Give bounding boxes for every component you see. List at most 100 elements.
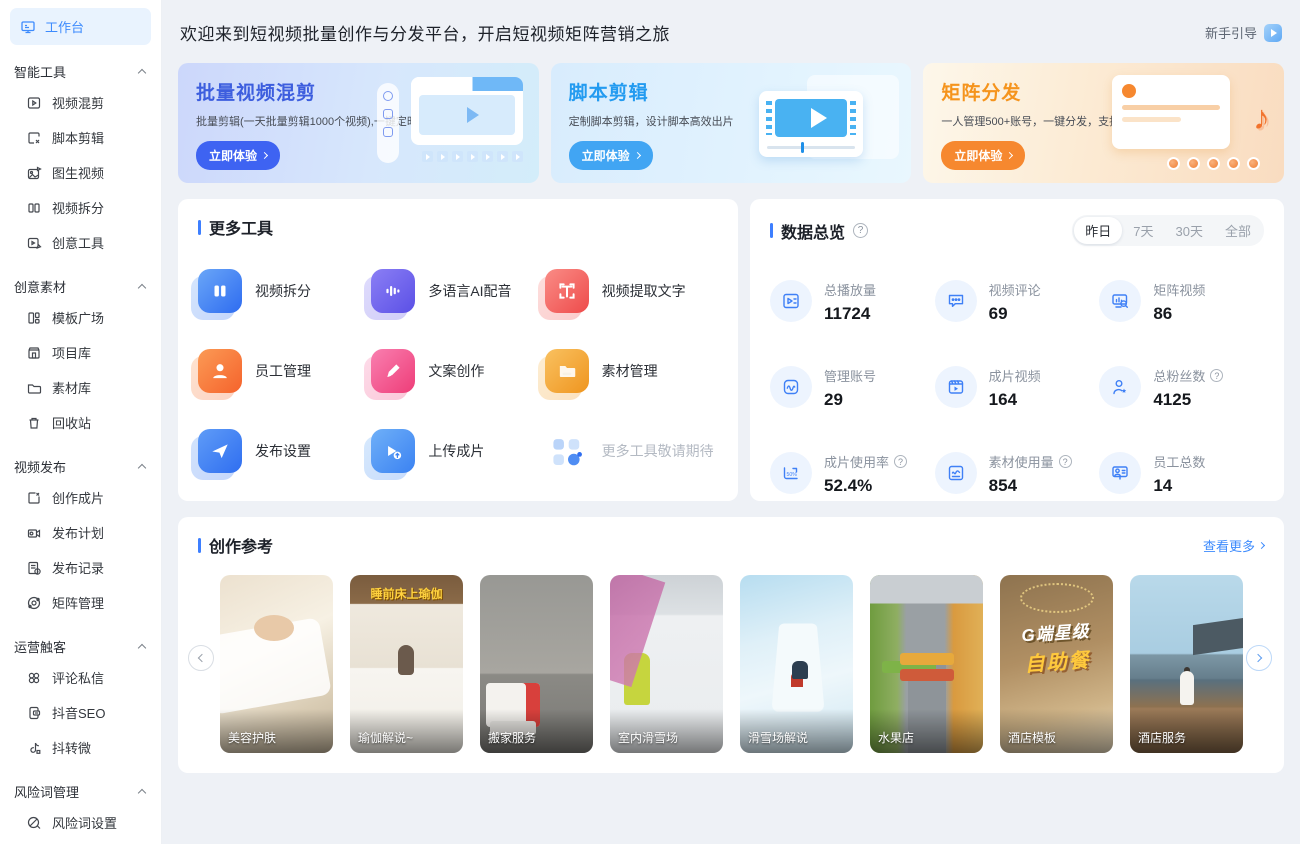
- stat-managed-accounts: 管理账号29: [770, 366, 935, 410]
- sidebar-item-workspace[interactable]: 工作台: [10, 8, 151, 45]
- banner-matrix-distribution[interactable]: 矩阵分发 一人管理500+账号，一键分发，支持挂载POI 立即体验 ♪: [923, 63, 1284, 183]
- video-card-moving-service[interactable]: 搬家服务: [480, 575, 593, 753]
- carousel-next-button[interactable]: [1246, 645, 1272, 671]
- sidebar-item-creative-tools[interactable]: 创意工具: [10, 225, 151, 260]
- sidebar-item-script-edit[interactable]: 脚本剪辑: [10, 120, 151, 155]
- banner-subtitle: 定制脚本剪辑，设计脚本高效出片: [569, 113, 894, 129]
- stat-total-followers: 总粉丝数?4125: [1099, 366, 1264, 410]
- cta-label: 立即体验: [582, 147, 630, 164]
- sidebar-item-image-to-video[interactable]: 图生视频: [10, 155, 151, 190]
- main-content: 欢迎来到短视频批量创作与分发平台，开启短视频矩阵营销之旅 新手引导 批量视频混剪…: [162, 0, 1300, 844]
- cta-label: 立即体验: [209, 147, 257, 164]
- video-card-fruit-shop[interactable]: 水果店: [870, 575, 983, 753]
- help-icon[interactable]: ?: [853, 223, 868, 238]
- try-now-button[interactable]: 立即体验: [196, 141, 280, 170]
- video-split-icon: [26, 200, 42, 216]
- sidebar-item-douyin-seo[interactable]: 抖音SEO: [10, 695, 151, 730]
- sidebar-item-label: 回收站: [52, 413, 91, 432]
- sidebar-item-video-split[interactable]: 视频拆分: [10, 190, 151, 225]
- video-card-indoor-ski[interactable]: 室内滑雪场: [610, 575, 723, 753]
- tab-7-days[interactable]: 7天: [1122, 217, 1164, 244]
- sidebar-section-risk-words[interactable]: 风险词管理: [14, 782, 147, 801]
- stat-value: 11724: [824, 304, 876, 324]
- banner-batch-video-mix[interactable]: 批量视频混剪 批量剪辑(一天批量剪辑1000个视频),一键定时发布 立即体验: [178, 63, 539, 183]
- tool-upload-video[interactable]: 上传成片: [371, 429, 544, 473]
- sidebar-item-project-library[interactable]: 项目库: [10, 335, 151, 370]
- finished-videos-icon: [935, 366, 977, 408]
- stat-total-plays: 总播放量 11724: [770, 280, 935, 324]
- view-more-link[interactable]: 查看更多: [1203, 536, 1264, 555]
- sidebar-item-comment-dm[interactable]: 评论私信: [10, 660, 151, 695]
- tool-staff-management[interactable]: 员工管理: [198, 349, 371, 393]
- stat-video-comments: 视频评论69: [935, 280, 1100, 324]
- tool-material-management[interactable]: 素材管理: [545, 349, 718, 393]
- tab-30-days[interactable]: 30天: [1165, 217, 1214, 244]
- page-title: 欢迎来到短视频批量创作与分发平台，开启短视频矩阵营销之旅: [180, 20, 670, 45]
- video-title: 室内滑雪场: [618, 729, 678, 746]
- sidebar-section-video-publish[interactable]: 视频发布: [14, 457, 147, 476]
- beginner-guide-button[interactable]: 新手引导: [1205, 23, 1282, 42]
- video-card-hotel-service[interactable]: 酒店服务: [1130, 575, 1243, 753]
- video-title: 滑雪场解说: [748, 729, 808, 746]
- help-icon[interactable]: ?: [894, 455, 907, 468]
- sidebar-item-dou-to-wei[interactable]: 抖转微: [10, 730, 151, 765]
- tab-all[interactable]: 全部: [1214, 217, 1262, 244]
- chevron-right-icon: [1006, 152, 1013, 159]
- sidebar-item-label: 工作台: [45, 17, 84, 36]
- sidebar-section-smart-tools[interactable]: 智能工具: [14, 62, 147, 81]
- publish-record-icon: [26, 560, 42, 576]
- section-title: 视频发布: [14, 457, 66, 476]
- sidebar-section-operation-reach[interactable]: 运营触客: [14, 637, 147, 656]
- collapse-caret-icon: [138, 644, 146, 652]
- help-icon[interactable]: ?: [1059, 455, 1072, 468]
- sidebar-section-creative-material[interactable]: 创意素材: [14, 277, 147, 296]
- banner-script-edit[interactable]: 脚本剪辑 定制脚本剪辑，设计脚本高效出片 立即体验: [551, 63, 912, 183]
- try-now-button[interactable]: 立即体验: [569, 141, 653, 170]
- video-card-beauty-skincare[interactable]: 美容护肤: [220, 575, 333, 753]
- sidebar: 工作台 智能工具 视频混剪 脚本剪辑 图生视频 视频拆分 创意工具: [0, 0, 162, 844]
- douyin-seo-icon: [26, 705, 42, 721]
- tool-ai-voice[interactable]: 多语言AI配音: [371, 269, 544, 313]
- chevron-left-icon: [198, 654, 206, 662]
- app-root: 工作台 智能工具 视频混剪 脚本剪辑 图生视频 视频拆分 创意工具: [0, 0, 1300, 844]
- sidebar-item-label: 矩阵管理: [52, 593, 104, 612]
- tool-publish-settings[interactable]: 发布设置: [198, 429, 371, 473]
- chevron-right-icon: [634, 152, 641, 159]
- chevron-right-icon: [261, 152, 268, 159]
- stat-label: 总播放量: [824, 280, 876, 299]
- section-title: 智能工具: [14, 62, 66, 81]
- section-title: 更多工具: [209, 215, 273, 239]
- collapse-caret-icon: [138, 789, 146, 797]
- sidebar-item-label: 评论私信: [52, 668, 104, 687]
- video-card-hotel-template[interactable]: G端星级 自助餐 酒店模板: [1000, 575, 1113, 753]
- tool-video-split[interactable]: 视频拆分: [198, 269, 371, 313]
- help-icon[interactable]: ?: [1210, 369, 1223, 382]
- sidebar-item-risk-word-settings[interactable]: 风险词设置: [10, 805, 151, 840]
- sidebar-item-material-library[interactable]: 素材库: [10, 370, 151, 405]
- view-more-label: 查看更多: [1203, 536, 1255, 555]
- creation-reference-header: 创作参考: [198, 533, 273, 557]
- try-now-button[interactable]: 立即体验: [941, 141, 1025, 170]
- sidebar-item-label: 发布计划: [52, 523, 104, 542]
- sidebar-item-label: 项目库: [52, 343, 91, 362]
- sidebar-item-video-mix[interactable]: 视频混剪: [10, 85, 151, 120]
- sidebar-item-label: 创意工具: [52, 233, 104, 252]
- tool-copywriting[interactable]: 文案创作: [371, 349, 544, 393]
- sidebar-item-template-market[interactable]: 模板广场: [10, 300, 151, 335]
- tab-yesterday[interactable]: 昨日: [1074, 217, 1122, 244]
- sidebar-item-recycle-bin[interactable]: 回收站: [10, 405, 151, 440]
- video-split-icon: [198, 269, 242, 313]
- sidebar-item-publish-plan[interactable]: 发布计划: [10, 515, 151, 550]
- sidebar-item-publish-record[interactable]: 发布记录: [10, 550, 151, 585]
- publish-settings-icon: [198, 429, 242, 473]
- video-card-ski-commentary[interactable]: 滑雪场解说: [740, 575, 853, 753]
- sidebar-item-label: 抖音SEO: [52, 703, 105, 722]
- sidebar-item-create-clip[interactable]: 创作成片: [10, 480, 151, 515]
- tool-extract-text[interactable]: 视频提取文字: [545, 269, 718, 313]
- sidebar-item-matrix-management[interactable]: 矩阵管理: [10, 585, 151, 620]
- sidebar-item-label: 素材库: [52, 378, 91, 397]
- carousel-prev-button[interactable]: [188, 645, 214, 671]
- data-overview-header: 数据总览 ?: [770, 219, 868, 243]
- video-card-yoga[interactable]: 睡前床上瑜伽 瑜伽解说~: [350, 575, 463, 753]
- video-title: 酒店模板: [1008, 729, 1056, 746]
